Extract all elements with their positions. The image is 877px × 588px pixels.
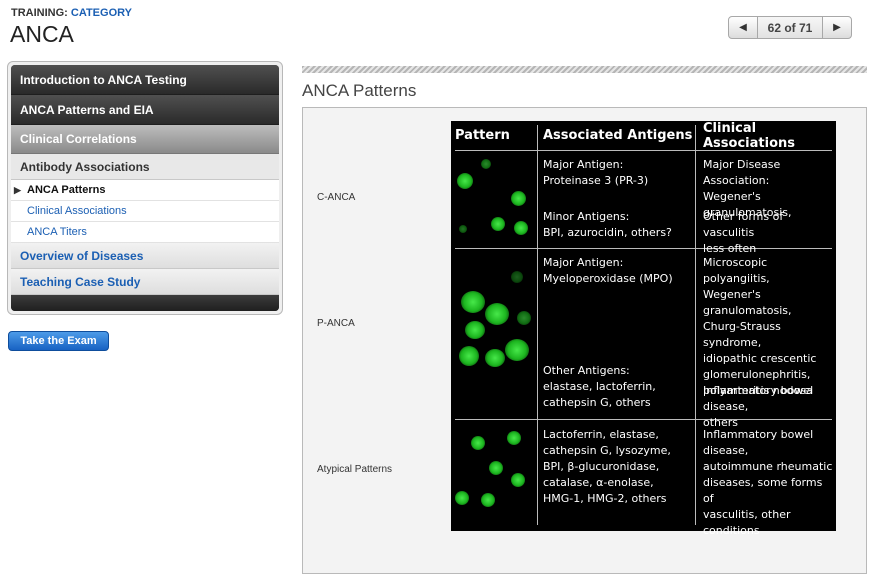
nav-subitem-label: ANCA Patterns bbox=[27, 184, 106, 196]
atypical-clinical: Inflammatory bowel disease, autoimmune r… bbox=[703, 428, 833, 537]
c-anca-other-vasculitis: Other forms of vasculitis less often bbox=[703, 210, 784, 255]
nav-item-clinical-correlations[interactable]: Clinical Correlations bbox=[11, 125, 279, 154]
nav-subitem-anca-patterns[interactable]: ▶ ANCA Patterns bbox=[11, 180, 279, 201]
page-counter: 62 of 71 bbox=[758, 16, 822, 39]
header-clinical: Clinical Associations bbox=[703, 120, 795, 151]
nav-subheading-antibody-associations[interactable]: Antibody Associations bbox=[11, 154, 279, 180]
breadcrumb: TRAINING: CATEGORY bbox=[11, 7, 132, 19]
previous-page-button[interactable]: ◀ bbox=[728, 16, 758, 39]
next-page-button[interactable]: ▶ bbox=[822, 16, 852, 39]
p-anca-major-antigen: Major Antigen: Myeloperoxidase (MPO) bbox=[543, 256, 673, 285]
triangle-left-icon: ◀ bbox=[739, 22, 747, 33]
header-antigens: Associated Antigens bbox=[543, 128, 693, 143]
row-label-p-anca: P-ANCA bbox=[317, 318, 355, 329]
nav-item-patterns-eia[interactable]: ANCA Patterns and EIA bbox=[11, 95, 279, 125]
p-anca-other-clinical: Inflammatory bowel disease, others bbox=[703, 384, 814, 429]
content-panel: C-ANCA P-ANCA Atypical Patterns Pattern … bbox=[302, 107, 867, 574]
column-divider bbox=[695, 125, 696, 525]
nav-footer bbox=[11, 295, 279, 311]
row-label-atypical: Atypical Patterns bbox=[317, 464, 393, 475]
nav-item-teaching-case[interactable]: Teaching Case Study bbox=[11, 269, 279, 295]
c-anca-major-antigen: Major Antigen: Proteinase 3 (PR-3) bbox=[543, 158, 649, 187]
row-divider bbox=[455, 150, 832, 151]
c-anca-minor-antigens: Minor Antigens: BPI, azurocidin, others? bbox=[543, 210, 672, 239]
p-anca-other-antigens: Other Antigens: elastase, lactoferrin, c… bbox=[543, 364, 656, 409]
current-page-arrow-icon: ▶ bbox=[14, 184, 21, 195]
course-navigation: Introduction to ANCA Testing ANCA Patter… bbox=[7, 61, 283, 315]
atypical-antigens: Lactoferrin, elastase, cathepsin G, lyso… bbox=[543, 428, 671, 505]
section-title: ANCA Patterns bbox=[302, 81, 417, 100]
header-pattern: Pattern bbox=[455, 128, 510, 143]
pager: ◀ 62 of 71 ▶ bbox=[728, 16, 852, 39]
nav-item-introduction[interactable]: Introduction to ANCA Testing bbox=[11, 65, 279, 95]
nav-subitem-anca-titers[interactable]: ANCA Titers bbox=[11, 222, 279, 243]
breadcrumb-prefix: TRAINING: bbox=[11, 7, 68, 19]
page-title: ANCA bbox=[10, 21, 74, 47]
nav-item-overview-diseases[interactable]: Overview of Diseases bbox=[11, 243, 279, 269]
breadcrumb-category-link[interactable]: CATEGORY bbox=[71, 7, 132, 19]
take-exam-button[interactable]: Take the Exam bbox=[8, 331, 109, 351]
anca-patterns-table-image: Pattern Associated Antigens Clinical Ass… bbox=[451, 120, 836, 537]
p-anca-clinical: Microscopic polyangiitis, Wegener's gran… bbox=[703, 256, 817, 397]
nav-subitem-clinical-associations[interactable]: Clinical Associations bbox=[11, 201, 279, 222]
section-divider bbox=[302, 66, 867, 73]
triangle-right-icon: ▶ bbox=[833, 22, 841, 33]
column-divider bbox=[537, 125, 538, 525]
row-label-c-anca: C-ANCA bbox=[317, 192, 356, 203]
